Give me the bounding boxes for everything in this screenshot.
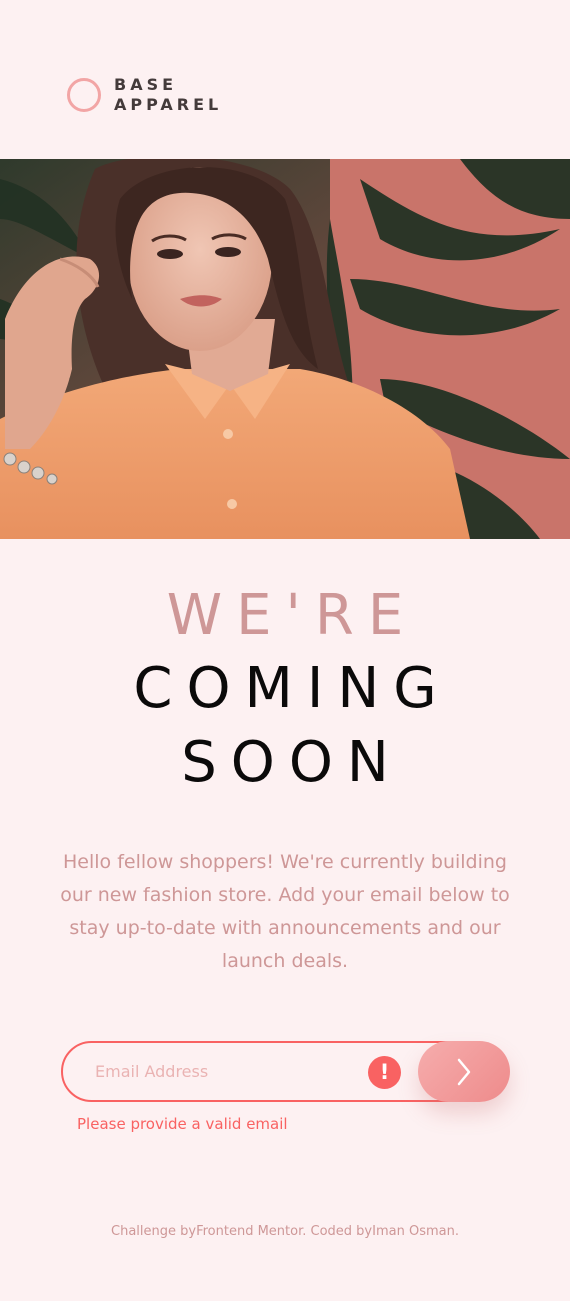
page-description: Hello fellow shoppers! We're currently b… — [60, 851, 510, 972]
title-dark-line2: SOON — [181, 730, 403, 795]
author-link[interactable]: Iman Osman — [372, 1224, 455, 1239]
coming-soon-page: BASE APPAREL WE'RE COMING SOON Hello fel… — [0, 0, 570, 1301]
brand-name-line2: APPAREL — [114, 95, 223, 114]
hero-photo-illustration — [0, 159, 570, 539]
footer-prefix: Challenge by — [111, 1224, 197, 1239]
page-title: WE'RE COMING SOON — [0, 580, 570, 800]
logo-ring-icon — [67, 78, 101, 112]
email-input[interactable] — [95, 1043, 355, 1100]
footer-middle: . Coded by — [302, 1224, 373, 1239]
footer-suffix: . — [454, 1224, 459, 1239]
chevron-right-icon — [457, 1058, 471, 1085]
hero-image — [0, 159, 570, 539]
brand-name: BASE APPAREL — [114, 75, 222, 115]
error-message: Please provide a valid email — [77, 1115, 288, 1133]
subscribe-form: ! — [61, 1041, 510, 1102]
title-dark-line1: COMING — [133, 656, 451, 721]
error-icon: ! — [368, 1056, 401, 1089]
challenge-link[interactable]: Frontend Mentor — [196, 1224, 302, 1239]
brand-logo[interactable]: BASE APPAREL — [67, 75, 222, 115]
submit-button[interactable] — [418, 1041, 510, 1102]
brand-name-line1: BASE — [114, 75, 178, 94]
attribution-footer: Challenge byFrontend Mentor. Coded byIma… — [0, 1222, 570, 1242]
title-light-line: WE'RE — [166, 583, 418, 648]
